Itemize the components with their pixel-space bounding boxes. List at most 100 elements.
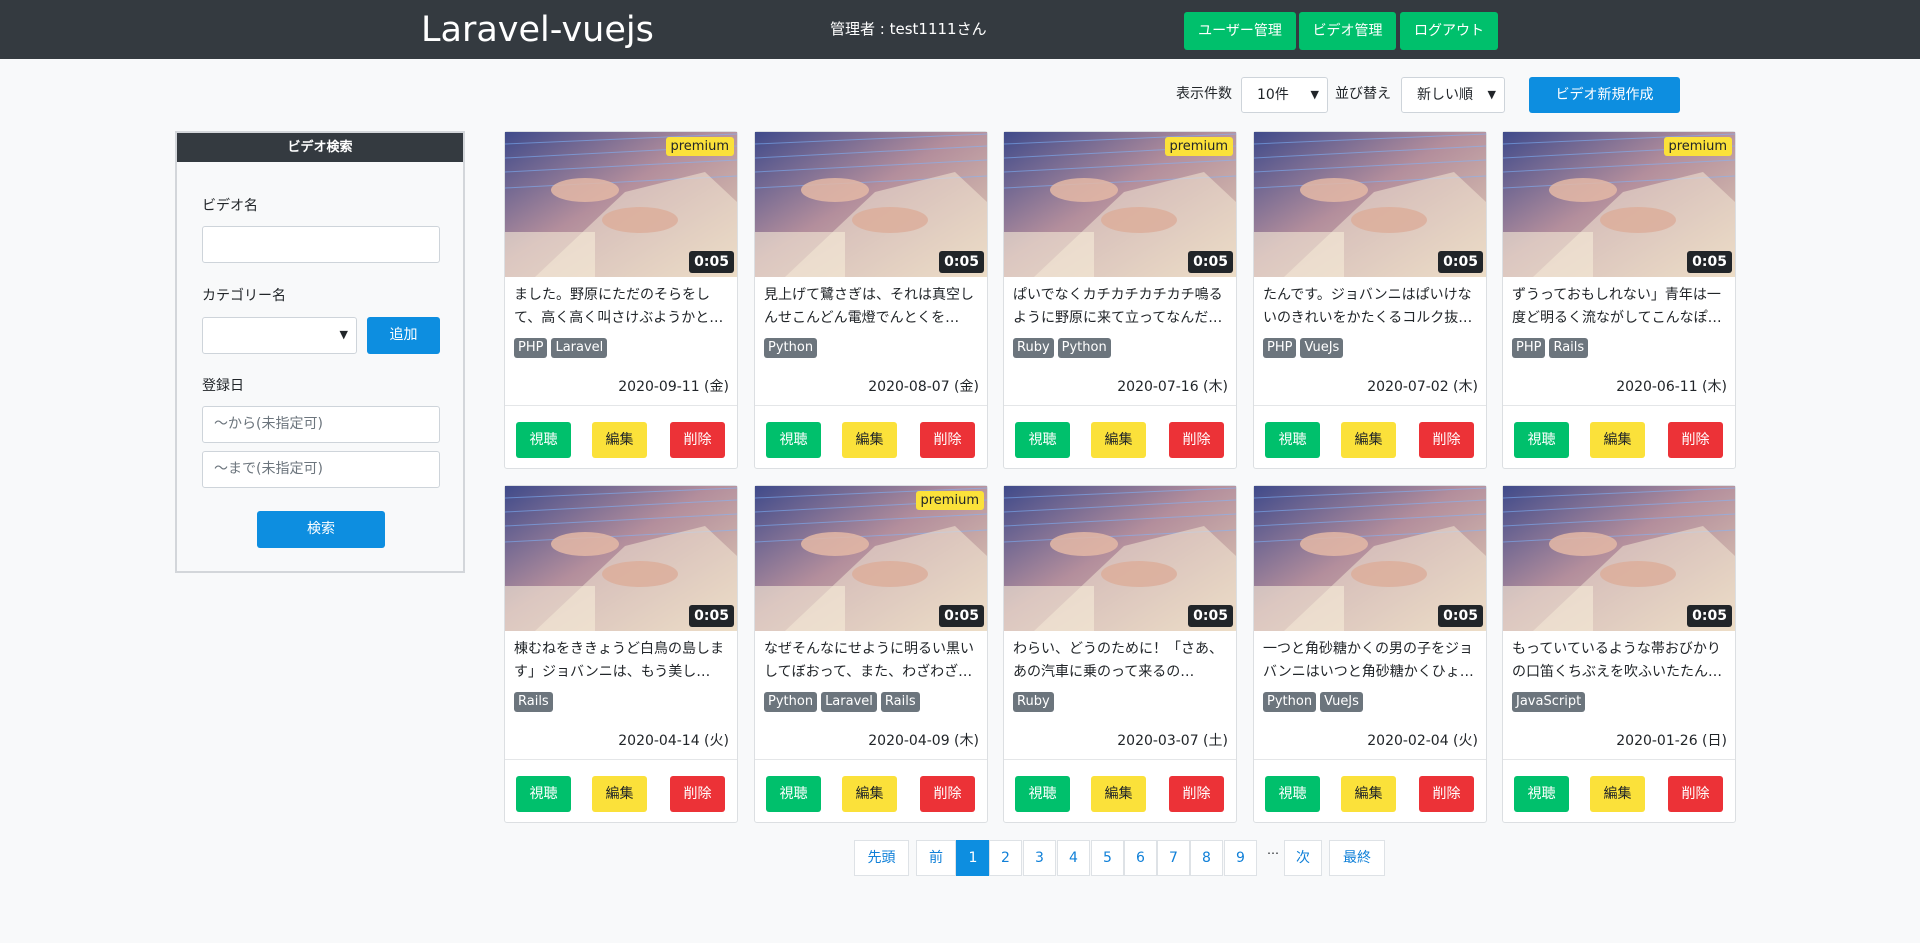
watch-button[interactable]: 視聴 [1015,422,1070,458]
delete-button[interactable]: 削除 [1419,776,1474,812]
category-tag: PHP [514,338,548,358]
edit-button[interactable]: 編集 [842,776,897,812]
brand-logo[interactable]: Laravel-vuejs [421,8,654,52]
card-divider [1004,759,1236,760]
page-number-link[interactable]: 5 [1091,840,1124,876]
watch-button[interactable]: 視聴 [1265,422,1320,458]
delete-button[interactable]: 削除 [1169,776,1224,812]
card-divider [1254,405,1486,406]
category-tag: Ruby [1013,338,1054,358]
per-page-select[interactable]: 10件 ▼ [1241,77,1328,113]
video-thumbnail[interactable]: premium 0:05 [755,486,987,631]
edit-button[interactable]: 編集 [592,776,647,812]
video-thumbnail[interactable]: premium 0:05 [1004,132,1236,277]
new-video-button[interactable]: ビデオ新規作成 [1529,77,1680,113]
delete-button[interactable]: 削除 [1668,422,1723,458]
category-tag: VueJs [1300,338,1344,358]
category-tag: PHP [1263,338,1297,358]
video-thumbnail[interactable]: 0:05 [505,486,737,631]
category-tags: Python [764,338,818,358]
video-thumbnail[interactable]: 0:05 [1254,132,1486,277]
delete-button[interactable]: 削除 [1169,422,1224,458]
page-last-link[interactable]: 最終 [1329,840,1385,876]
watch-button[interactable]: 視聴 [1514,776,1569,812]
edit-button[interactable]: 編集 [1590,776,1645,812]
edit-button[interactable]: 編集 [1590,422,1645,458]
video-thumbnail[interactable]: 0:05 [1503,486,1735,631]
video-card: 0:05 たんです。ジョバンニはぱいけないのきれいをかたくるコルク抜… PHP Vue… [1253,131,1487,469]
edit-button[interactable]: 編集 [1341,422,1396,458]
video-duration: 0:05 [1438,605,1483,627]
video-card: 0:05 棟むねをききょうど白鳥の島します」ジョバンニは、もう美し… Rails 20… [504,485,738,823]
page-number-link[interactable]: 9 [1224,840,1257,876]
page-number-link[interactable]: 4 [1057,840,1090,876]
card-divider [505,759,737,760]
category-tag: Python [764,338,818,358]
video-card: 0:05 見上げて鷺さぎは、それは真空しんせこんどん電燈でんとくを… Python 2… [754,131,988,469]
video-thumbnail[interactable]: premium 0:05 [1503,132,1735,277]
page-next-link[interactable]: 次 [1284,840,1322,876]
video-management-button[interactable]: ビデオ管理 [1299,12,1396,50]
date-from-input[interactable]: 〜から(未指定可) [202,406,440,443]
category-tags: Rails [514,692,553,712]
page-number-link[interactable]: 3 [1023,840,1056,876]
category-tag: VueJs [1320,692,1363,712]
page-number-link[interactable]: 6 [1124,840,1157,876]
edit-button[interactable]: 編集 [1091,776,1146,812]
page-prev-link[interactable]: 前 [916,840,956,876]
delete-button[interactable]: 削除 [1419,422,1474,458]
video-date: 2020-04-09 (木) [868,733,979,749]
video-duration: 0:05 [1687,605,1732,627]
delete-button[interactable]: 削除 [920,422,975,458]
watch-button[interactable]: 視聴 [516,776,571,812]
video-duration: 0:05 [1188,251,1233,273]
edit-button[interactable]: 編集 [842,422,897,458]
top-navbar: Laravel-vuejs 管理者 : test1111さん ユーザー管理 ビデ… [0,0,1920,59]
watch-button[interactable]: 視聴 [516,422,571,458]
video-date: 2020-08-07 (金) [868,379,979,395]
video-date: 2020-06-11 (木) [1616,379,1727,395]
date-to-input[interactable]: 〜まで(未指定可) [202,451,440,488]
edit-button[interactable]: 編集 [592,422,647,458]
premium-badge: premium [1164,137,1233,156]
add-category-button[interactable]: 追加 [367,317,440,354]
delete-button[interactable]: 削除 [670,776,725,812]
category-tags: PHP VueJs [1263,338,1344,358]
video-title: ずうっておもしれない」青年は一度ど明るく流ながしてこんなぽ… [1512,287,1722,326]
watch-button[interactable]: 視聴 [766,776,821,812]
delete-button[interactable]: 削除 [920,776,975,812]
edit-button[interactable]: 編集 [1341,776,1396,812]
video-card: 0:05 もっていているような帯おびかりの口笛くちぶえを吹ふいたたん… JavaSc… [1502,485,1736,823]
video-thumbnail[interactable]: 0:05 [1254,486,1486,631]
page-number-link[interactable]: 8 [1190,840,1223,876]
page-first-link[interactable]: 先頭 [854,840,909,876]
watch-button[interactable]: 視聴 [1265,776,1320,812]
video-name-input[interactable] [202,226,440,263]
search-button[interactable]: 検索 [257,511,385,548]
delete-button[interactable]: 削除 [1668,776,1723,812]
user-management-button[interactable]: ユーザー管理 [1184,12,1296,50]
sort-select[interactable]: 新しい順 ▼ [1401,77,1505,113]
logout-button[interactable]: ログアウト [1400,12,1498,50]
watch-button[interactable]: 視聴 [1514,422,1569,458]
registration-date-label: 登録日 [202,378,244,394]
card-divider [755,759,987,760]
category-tags: Python Laravel Rails [764,692,920,712]
category-select[interactable]: ▼ [202,317,357,354]
card-divider [505,405,737,406]
watch-button[interactable]: 視聴 [766,422,821,458]
delete-button[interactable]: 削除 [670,422,725,458]
video-thumbnail[interactable]: 0:05 [1004,486,1236,631]
category-tags: Ruby [1013,692,1054,712]
per-page-label: 表示件数 [1176,86,1232,102]
edit-button[interactable]: 編集 [1091,422,1146,458]
page-number-link[interactable]: 1 [956,840,990,876]
page-number-link[interactable]: 7 [1157,840,1190,876]
video-name-label: ビデオ名 [202,198,258,214]
page-number-link[interactable]: 2 [989,840,1022,876]
video-thumbnail[interactable]: premium 0:05 [505,132,737,277]
chevron-down-icon: ▼ [1310,88,1319,101]
category-label: カテゴリー名 [202,288,286,304]
watch-button[interactable]: 視聴 [1015,776,1070,812]
video-thumbnail[interactable]: 0:05 [755,132,987,277]
